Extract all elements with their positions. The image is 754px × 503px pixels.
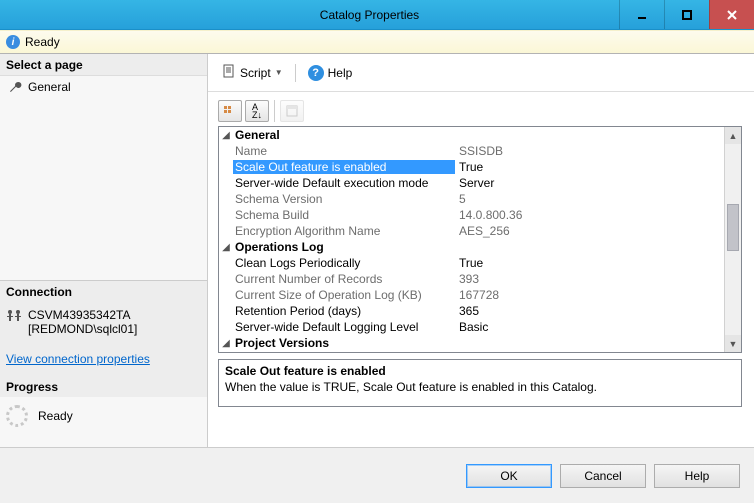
minimize-button[interactable] (619, 0, 664, 29)
help-icon: ? (308, 65, 324, 81)
progress-header: Progress (0, 376, 207, 397)
property-value[interactable]: Server (455, 176, 724, 190)
close-button[interactable] (709, 0, 754, 29)
property-pages-button (280, 100, 304, 122)
view-connection-properties-link[interactable]: View connection properties (6, 352, 150, 366)
property-value[interactable]: True (455, 160, 724, 174)
property-row[interactable]: NameSSISDB (219, 143, 724, 159)
cancel-button[interactable]: Cancel (560, 464, 646, 488)
property-name: Current Number of Records (233, 272, 455, 286)
property-value: SSISDB (455, 144, 724, 158)
property-name: Retention Period (days) (233, 304, 455, 318)
property-value: 5 (455, 192, 724, 206)
property-value: AES_256 (455, 224, 724, 238)
property-value[interactable]: 365 (455, 304, 724, 318)
property-row[interactable]: Schema Version5 (219, 191, 724, 207)
property-row[interactable]: Server-wide Default Logging LevelBasic (219, 319, 724, 335)
category-general: General (233, 128, 455, 142)
property-row[interactable]: Schema Build14.0.800.36 (219, 207, 724, 223)
category-project-versions: Project Versions (233, 336, 455, 350)
page-general-label: General (28, 80, 71, 94)
script-button[interactable]: Script ▼ (218, 62, 287, 83)
scroll-thumb[interactable] (727, 204, 739, 251)
script-icon (222, 64, 236, 81)
property-row[interactable]: Current Size of Operation Log (KB)167728 (219, 287, 724, 303)
property-value: 14.0.800.36 (455, 208, 724, 222)
window-title: Catalog Properties (120, 8, 619, 22)
property-row[interactable]: Scale Out feature is enabledTrue (219, 159, 724, 175)
expand-icon[interactable]: ◢ (219, 338, 233, 349)
property-name: Current Size of Operation Log (KB) (233, 288, 455, 302)
property-row[interactable]: Current Number of Records393 (219, 271, 724, 287)
maximize-button[interactable] (664, 0, 709, 29)
description-title: Scale Out feature is enabled (225, 364, 735, 378)
help-label: Help (328, 66, 353, 80)
ok-button[interactable]: OK (466, 464, 552, 488)
property-name: Scale Out feature is enabled (233, 160, 455, 174)
property-row[interactable]: Clean Logs PeriodicallyTrue (219, 255, 724, 271)
property-row[interactable]: Server-wide Default execution modeServer (219, 175, 724, 191)
property-name: Schema Build (233, 208, 455, 222)
chevron-down-icon: ▼ (275, 68, 283, 77)
categorized-button[interactable] (218, 100, 242, 122)
property-name: Schema Version (233, 192, 455, 206)
left-panel: Select a page General Connection CSVM439… (0, 54, 207, 447)
property-value[interactable]: Basic (455, 320, 724, 334)
right-panel: Script ▼ ? Help AZ↓ ◢General NameSSISDBS… (207, 54, 754, 447)
property-name: Server-wide Default Logging Level (233, 320, 455, 334)
property-value: 393 (455, 272, 724, 286)
scroll-down-icon[interactable]: ▼ (725, 335, 741, 352)
property-row[interactable]: Encryption Algorithm NameAES_256 (219, 223, 724, 239)
titlebar[interactable]: Catalog Properties (0, 0, 754, 30)
expand-icon[interactable]: ◢ (219, 130, 233, 141)
help-dialog-button[interactable]: Help (654, 464, 740, 488)
script-label: Script (240, 66, 271, 80)
page-general[interactable]: General (6, 78, 201, 96)
property-value: 167728 (455, 288, 724, 302)
button-bar: OK Cancel Help (0, 447, 754, 503)
alphabetical-button[interactable]: AZ↓ (245, 100, 269, 122)
description-pane: Scale Out feature is enabled When the va… (218, 359, 742, 407)
wrench-icon (8, 80, 22, 94)
property-grid[interactable]: ◢General NameSSISDBScale Out feature is … (219, 127, 724, 352)
connection-header: Connection (0, 281, 207, 302)
scroll-up-icon[interactable]: ▲ (725, 127, 741, 144)
select-page-header: Select a page (0, 54, 207, 75)
info-icon: i (6, 35, 20, 49)
scrollbar[interactable]: ▲ ▼ (724, 127, 741, 352)
property-name: Server-wide Default execution mode (233, 176, 455, 190)
progress-spinner-icon (6, 405, 28, 427)
property-name: Clean Logs Periodically (233, 256, 455, 270)
property-row[interactable]: Retention Period (days)365 (219, 303, 724, 319)
connection-user: [REDMOND\sqlcl01] (28, 322, 137, 336)
connection-server: CSVM43935342TA (28, 308, 137, 322)
property-row[interactable]: Current Size of Versions Log (KB)1672 (219, 351, 724, 352)
property-name: Name (233, 144, 455, 158)
help-button[interactable]: ? Help (304, 63, 357, 83)
property-value[interactable]: True (455, 256, 724, 270)
server-icon (6, 308, 22, 327)
status-text: Ready (25, 35, 60, 49)
description-text: When the value is TRUE, Scale Out featur… (225, 380, 735, 394)
status-bar: i Ready (0, 30, 754, 54)
progress-text: Ready (38, 409, 73, 423)
category-operations-log: Operations Log (233, 240, 455, 254)
expand-icon[interactable]: ◢ (219, 242, 233, 253)
property-name: Encryption Algorithm Name (233, 224, 455, 238)
